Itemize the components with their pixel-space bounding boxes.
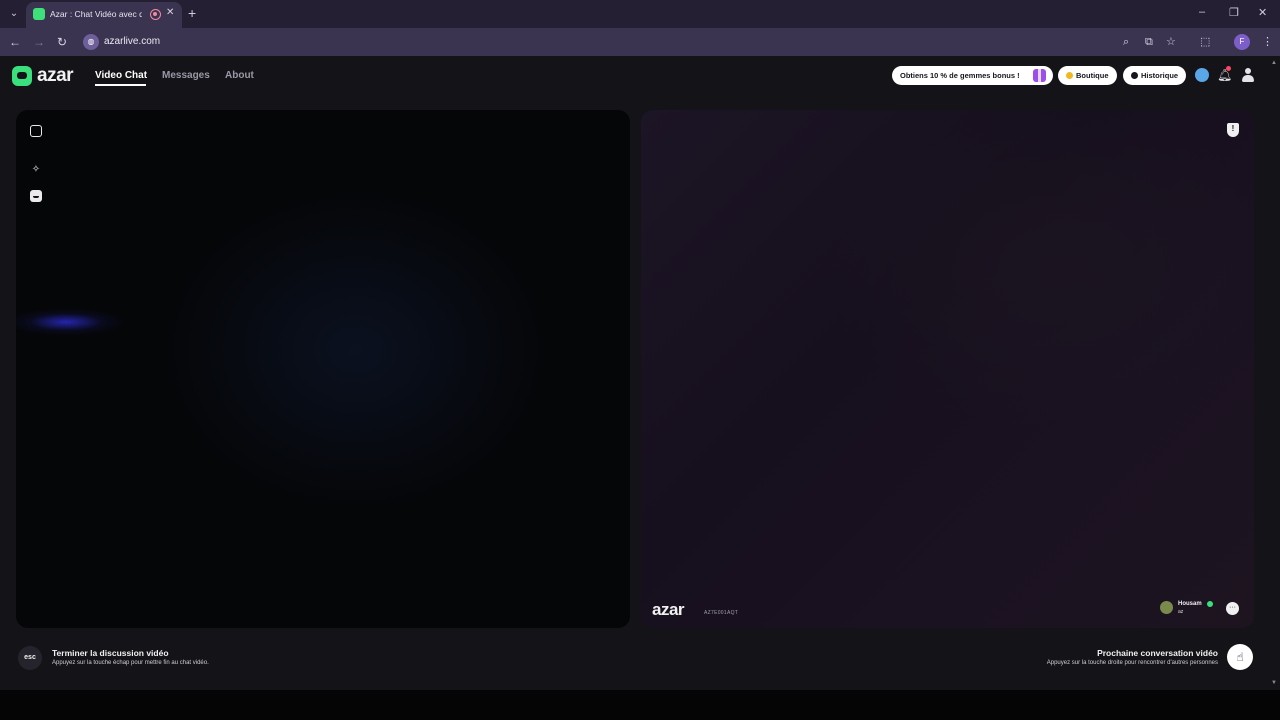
install-app-icon[interactable]: ⧉ <box>1145 35 1153 49</box>
report-shield-icon[interactable] <box>1227 123 1239 137</box>
history-icon <box>1131 72 1138 79</box>
new-tab-plus-icon[interactable]: + <box>188 5 196 21</box>
peer-chat-icon[interactable] <box>1226 602 1239 615</box>
reload-icon[interactable]: ↻ <box>57 35 67 49</box>
tab-close-icon[interactable]: ✕ <box>166 7 174 18</box>
window-close-icon[interactable]: ✕ <box>1258 6 1267 19</box>
self-video-panel: ✧ <box>16 110 630 628</box>
forward-icon[interactable]: → <box>33 35 45 49</box>
browser-tab[interactable]: Azar : Chat Vidéo avec de n ✕ <box>26 2 182 28</box>
user-profile-icon[interactable] <box>1241 68 1255 82</box>
site-info-icon[interactable]: ◍ <box>83 34 99 50</box>
bottom-strip <box>0 690 1280 720</box>
peer-country: az <box>1178 609 1184 615</box>
shop-label: Boutique <box>1076 71 1109 80</box>
star-icon[interactable]: ☆ <box>1166 35 1176 49</box>
peer-avatar[interactable] <box>1160 601 1173 614</box>
gift-icon <box>1033 69 1046 82</box>
history-label: Historique <box>1141 71 1179 80</box>
azar-logo-mark-icon <box>12 66 32 86</box>
gem-icon <box>1066 72 1073 79</box>
tab-search-chevron-icon[interactable]: ⌄ <box>6 6 22 22</box>
url-field[interactable]: azarlive.com <box>104 36 160 47</box>
notification-badge <box>1226 66 1231 71</box>
nav-messages[interactable]: Messages <box>162 70 210 81</box>
peer-video-panel: azar AZ7E001AQT Housam az <box>641 110 1254 628</box>
promo-label: Obtiens 10 % de gemmes bonus ! <box>900 71 1020 80</box>
scroll-down-icon[interactable]: ▼ <box>1271 680 1277 686</box>
browser-tab-bar: ⌄ Azar : Chat Vidéo avec de n ✕ + – ❐ ✕ <box>0 0 1280 28</box>
nav-video-chat[interactable]: Video Chat <box>95 70 147 81</box>
logo-text: azar <box>37 65 74 86</box>
esc-key-button[interactable]: esc <box>18 646 42 670</box>
face-filter-icon[interactable] <box>30 190 42 202</box>
end-chat-title: Terminer la discussion vidéo <box>52 648 169 658</box>
zoom-icon[interactable]: ⌕ <box>1123 35 1129 49</box>
azar-favicon-icon <box>33 8 45 20</box>
address-bar: ← → ↻ ◍ azarlive.com ⌕ ⧉ ☆ ⬚ ⋮ <box>0 28 1280 56</box>
app-page: azar Video Chat Messages About Obtiens 1… <box>0 56 1280 720</box>
back-icon[interactable]: ← <box>9 35 21 49</box>
tab-title: Azar : Chat Vidéo avec de n <box>50 9 142 19</box>
profile-avatar[interactable]: F <box>1234 34 1250 50</box>
scroll-up-icon[interactable]: ▲ <box>1271 60 1277 66</box>
extensions-icon[interactable]: ⬚ <box>1200 35 1210 49</box>
restore-icon[interactable]: ❐ <box>1229 6 1239 19</box>
page-scrollbar[interactable] <box>1270 56 1280 690</box>
minimize-icon[interactable]: – <box>1199 6 1205 18</box>
shop-button[interactable]: Boutique <box>1058 66 1117 85</box>
history-button[interactable]: Historique <box>1123 66 1187 85</box>
magic-wand-icon[interactable]: ✧ <box>30 164 42 176</box>
promo-gems-button[interactable]: Obtiens 10 % de gemmes bonus ! <box>892 66 1053 85</box>
next-chat-title: Prochaine conversation vidéo <box>1097 648 1218 658</box>
peer-name: Housam <box>1178 601 1202 607</box>
recording-icon <box>150 9 161 20</box>
browser-menu-icon[interactable]: ⋮ <box>1262 35 1273 49</box>
nav-about[interactable]: About <box>225 70 254 81</box>
verified-badge-icon <box>1207 601 1213 607</box>
chat-bubble-icon[interactable] <box>1195 68 1209 82</box>
next-chat-hint: Appuyez sur la touche droite pour rencon… <box>1046 660 1218 666</box>
camera-frame-icon[interactable] <box>30 125 42 137</box>
next-chat-button[interactable]: ☝︎ <box>1227 644 1253 670</box>
end-chat-hint: Appuyez sur la touche échap pour mettre … <box>52 660 209 666</box>
azar-watermark: azar <box>652 600 685 619</box>
watermark-id: AZ7E001AQT <box>704 610 739 616</box>
nav-active-underline <box>95 84 146 86</box>
